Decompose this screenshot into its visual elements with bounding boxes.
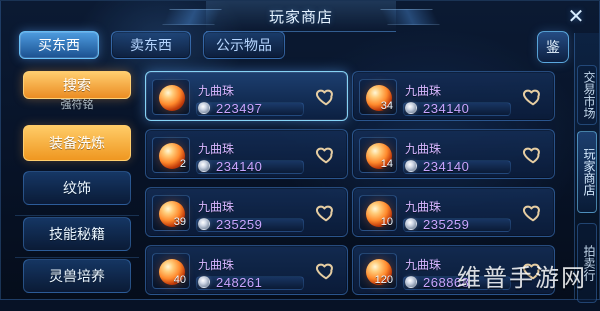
tab-player-shop[interactable]: 玩家商店 bbox=[577, 131, 597, 213]
left-menu: 搜索 强符铭 装备洗炼 纹饰 技能秘籍 灵兽培养 bbox=[15, 65, 139, 299]
silver-coin-icon bbox=[198, 276, 210, 288]
favorite-heart-icon[interactable] bbox=[522, 144, 544, 166]
item-name: 九曲珠 bbox=[198, 84, 235, 98]
silver-coin-icon bbox=[405, 276, 417, 288]
game-ui-frame: 玩家商店 ✕ 买东西 卖东西 公示物品 鉴 搜索 强符铭 装备洗炼 纹饰 技能秘… bbox=[0, 0, 600, 303]
item-price-row: 234140 bbox=[405, 158, 469, 174]
tab-trade-market[interactable]: 交易市场 bbox=[577, 65, 597, 125]
item-price-row: 234140 bbox=[405, 100, 469, 116]
appraise-button[interactable]: 鉴 bbox=[537, 31, 569, 63]
item-price: 234140 bbox=[423, 100, 470, 116]
left-menu-divider bbox=[15, 257, 139, 258]
skill-book-button[interactable]: 技能秘籍 bbox=[23, 217, 131, 251]
item-name: 九曲珠 bbox=[405, 200, 442, 214]
silver-coin-icon bbox=[405, 102, 417, 114]
item-name: 九曲珠 bbox=[405, 258, 442, 272]
item-card[interactable]: 14 九曲珠 234140 bbox=[352, 129, 555, 179]
item-icon-box: 40 bbox=[152, 253, 190, 289]
item-icon-box: 10 bbox=[359, 195, 397, 231]
item-price: 223497 bbox=[216, 100, 263, 116]
item-card[interactable]: 10 九曲珠 235259 bbox=[352, 187, 555, 237]
item-name: 九曲珠 bbox=[405, 142, 442, 156]
left-menu-partial-label: 强符铭 bbox=[60, 99, 94, 111]
equipment-refine-button[interactable]: 装备洗炼 bbox=[23, 125, 131, 161]
item-price-row: 234140 bbox=[198, 158, 262, 174]
item-quantity: 2 bbox=[179, 158, 186, 170]
item-price: 234140 bbox=[423, 158, 470, 174]
silver-coin-icon bbox=[198, 102, 210, 114]
item-name: 九曲珠 bbox=[198, 142, 235, 156]
silver-coin-icon bbox=[198, 218, 210, 230]
item-quantity: 40 bbox=[173, 274, 186, 286]
item-price: 234140 bbox=[216, 158, 263, 174]
item-quantity: 10 bbox=[380, 216, 393, 228]
window-title: 玩家商店 bbox=[268, 9, 333, 26]
item-card[interactable]: 2 九曲珠 234140 bbox=[145, 129, 348, 179]
silver-coin-icon bbox=[405, 160, 417, 172]
ornament-button[interactable]: 纹饰 bbox=[23, 171, 131, 205]
item-name: 九曲珠 bbox=[198, 200, 235, 214]
item-price-row: 248261 bbox=[198, 274, 262, 290]
search-button[interactable]: 搜索 bbox=[23, 71, 131, 99]
item-name: 九曲珠 bbox=[405, 84, 442, 98]
favorite-heart-icon[interactable] bbox=[522, 86, 544, 108]
title-bar: 玩家商店 bbox=[206, 1, 396, 32]
item-icon-box: 120 bbox=[359, 253, 397, 289]
item-quantity: 39 bbox=[173, 216, 186, 228]
item-quantity: 120 bbox=[374, 274, 393, 286]
item-price: 235259 bbox=[423, 216, 470, 232]
favorite-heart-icon[interactable] bbox=[315, 260, 337, 282]
top-tabs: 买东西 卖东西 公示物品 bbox=[19, 31, 285, 59]
favorite-heart-icon[interactable] bbox=[315, 144, 337, 166]
silver-coin-icon bbox=[198, 160, 210, 172]
item-price-row: 223497 bbox=[198, 100, 262, 116]
silver-coin-icon bbox=[405, 218, 417, 230]
item-card[interactable]: 39 九曲珠 235259 bbox=[145, 187, 348, 237]
item-price-row: 235259 bbox=[198, 216, 262, 232]
item-icon-box: 39 bbox=[152, 195, 190, 231]
left-menu-divider bbox=[15, 215, 139, 216]
item-card[interactable]: 40 九曲珠 248261 bbox=[145, 245, 348, 295]
item-name: 九曲珠 bbox=[198, 258, 235, 272]
item-card[interactable]: 34 九曲珠 234140 bbox=[352, 71, 555, 121]
tab-sell[interactable]: 卖东西 bbox=[111, 31, 191, 59]
tab-public-items[interactable]: 公示物品 bbox=[203, 31, 285, 59]
favorite-heart-icon[interactable] bbox=[315, 202, 337, 224]
item-price: 248261 bbox=[216, 274, 263, 290]
pet-training-button[interactable]: 灵兽培养 bbox=[23, 259, 131, 293]
watermark: 维普手游网 bbox=[457, 265, 587, 292]
item-icon-box: 14 bbox=[359, 137, 397, 173]
item-price: 235259 bbox=[216, 216, 263, 232]
jiuquzhu-orb-icon bbox=[159, 85, 185, 111]
item-icon-box bbox=[152, 79, 190, 115]
item-quantity: 34 bbox=[380, 100, 393, 112]
item-icon-box: 2 bbox=[152, 137, 190, 173]
item-icon-box: 34 bbox=[359, 79, 397, 115]
tab-buy[interactable]: 买东西 bbox=[19, 31, 99, 59]
item-card[interactable]: 九曲珠 223497 bbox=[145, 71, 348, 121]
item-price-row: 235259 bbox=[405, 216, 469, 232]
favorite-heart-icon[interactable] bbox=[315, 86, 337, 108]
item-quantity: 14 bbox=[380, 158, 393, 170]
favorite-heart-icon[interactable] bbox=[522, 202, 544, 224]
close-icon[interactable]: ✕ bbox=[565, 6, 587, 28]
